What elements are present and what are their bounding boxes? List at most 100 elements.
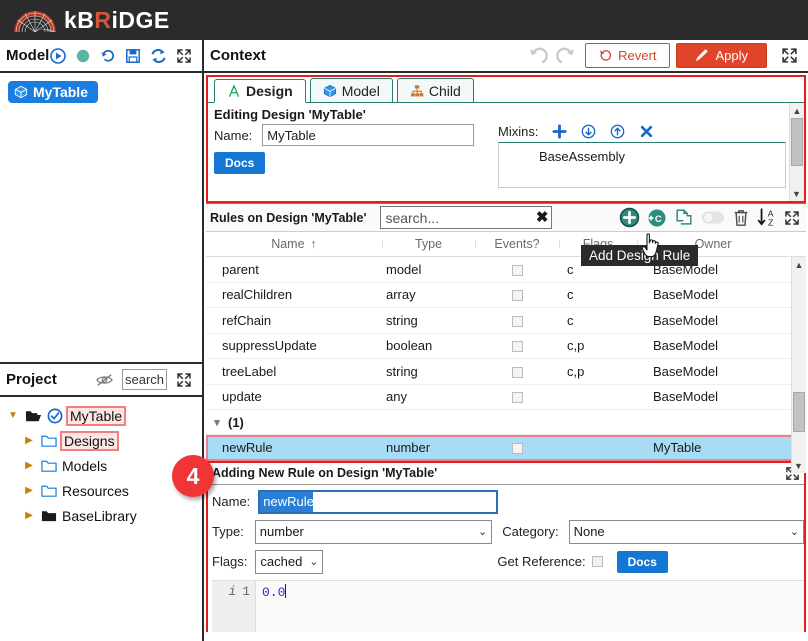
project-search-input[interactable] (122, 369, 167, 390)
table-row[interactable]: update any BaseModel (206, 385, 806, 410)
remove-x-icon[interactable] (639, 124, 654, 139)
column-header-name[interactable]: Name ↑ (206, 237, 382, 251)
status-dot-icon[interactable] (75, 48, 91, 64)
kbridge-arch-logo-icon (12, 7, 58, 33)
table-row[interactable]: suppressUpdate boolean c,p BaseModel (206, 334, 806, 359)
undo-icon[interactable] (527, 46, 549, 66)
rule-events-checkbox[interactable] (475, 287, 559, 302)
table-row[interactable]: newRule number MyTable (206, 435, 806, 461)
design-name-input[interactable] (262, 124, 475, 146)
rule-events-checkbox[interactable] (475, 338, 559, 353)
scrollbar-thumb[interactable] (791, 118, 803, 166)
eye-slash-icon[interactable] (96, 373, 113, 387)
context-title: Context (210, 47, 266, 64)
revert-button[interactable]: Revert (585, 43, 671, 68)
tree-item[interactable]: ▶ BaseLibrary (6, 503, 202, 528)
redo-icon[interactable] (555, 46, 577, 66)
model-panel-header: Model (0, 40, 202, 73)
rule-events-checkbox[interactable] (475, 313, 559, 328)
move-up-icon[interactable] (610, 124, 625, 139)
toggle-switch-icon[interactable] (701, 210, 725, 225)
table-row[interactable]: treeLabel string c,p BaseModel (206, 359, 806, 385)
revert-button-label: Revert (618, 48, 657, 63)
twisty-down-icon[interactable]: ▼ (6, 410, 20, 421)
brand-bar: kBRiDGE (0, 0, 808, 40)
rule-events-checkbox[interactable] (475, 364, 559, 379)
revert-circle-arrow-icon (599, 49, 612, 62)
tab-design[interactable]: Design (214, 79, 306, 103)
scroll-down-arrow-icon[interactable]: ▼ (792, 458, 805, 473)
add-rule-flags-row: Flags: cached ⌄ Get Reference: Docs (212, 549, 804, 574)
add-rule-docs-button[interactable]: Docs (616, 550, 668, 573)
scrollbar-thumb[interactable] (793, 392, 805, 432)
mixins-label: Mixins: (498, 124, 539, 139)
twisty-right-icon[interactable]: ▶ (22, 510, 36, 521)
add-rule-name-row: Name: (212, 489, 804, 514)
clear-x-icon[interactable]: ✖ (536, 208, 549, 226)
table-row[interactable]: realChildren array c BaseModel (206, 283, 806, 308)
twisty-right-icon[interactable]: ▶ (22, 485, 36, 496)
scroll-up-arrow-icon[interactable]: ▲ (790, 103, 804, 118)
expand-icon[interactable] (781, 47, 798, 64)
twisty-right-icon[interactable]: ▶ (22, 460, 36, 471)
table-row[interactable]: refChain string c BaseModel (206, 308, 806, 334)
code-text[interactable]: 0.0 (256, 581, 804, 632)
move-down-icon[interactable] (581, 124, 596, 139)
rules-scrollbar[interactable]: ▲ ▼ (791, 257, 806, 473)
run-icon[interactable] (50, 47, 66, 64)
add-rule-category-select[interactable]: None ⌄ (568, 519, 804, 544)
scroll-up-arrow-icon[interactable]: ▲ (792, 257, 806, 272)
model-node-mytable[interactable]: MyTable (8, 81, 98, 103)
apply-button[interactable]: Apply (676, 43, 767, 68)
rules-group-row[interactable]: ▾ (1) (206, 410, 806, 435)
scroll-down-arrow-icon[interactable]: ▼ (790, 186, 803, 201)
expand-icon[interactable] (176, 372, 192, 388)
expand-icon[interactable] (176, 48, 192, 64)
info-italic-icon[interactable]: i (228, 584, 236, 599)
mixins-item[interactable]: BaseAssembly (539, 149, 625, 164)
svg-text:C: C (655, 214, 662, 225)
tree-item[interactable]: ▶ Designs (6, 428, 202, 453)
twisty-right-icon[interactable]: ▶ (22, 435, 36, 446)
rule-type: model (386, 261, 422, 277)
refresh-icon[interactable] (150, 48, 167, 64)
add-rule-category-label: Category: (502, 524, 559, 539)
rules-search-input[interactable] (380, 206, 553, 229)
save-icon[interactable] (125, 48, 141, 64)
expand-icon[interactable] (784, 210, 800, 226)
rule-events-checkbox[interactable] (475, 440, 559, 455)
tab-model[interactable]: Model (309, 78, 393, 102)
tree-item[interactable]: ▼ MyTable (6, 403, 202, 428)
add-rule-category-value: None (573, 524, 605, 539)
plus-icon[interactable] (552, 124, 567, 139)
get-reference-checkbox[interactable] (591, 556, 603, 567)
delete-icon[interactable] (732, 208, 750, 228)
history-icon[interactable] (100, 48, 116, 64)
rule-owner: BaseModel (653, 363, 719, 379)
add-rule-type-select[interactable]: number ⌄ (254, 519, 493, 544)
sort-az-icon[interactable]: AZ (757, 207, 777, 228)
add-rule-flags-select[interactable]: cached ⌄ (255, 549, 324, 574)
add-rule-name-input[interactable] (258, 489, 499, 514)
tab-child[interactable]: Child (396, 78, 474, 102)
check-circle-icon[interactable] (47, 408, 63, 424)
rules-panel: Rules on Design 'MyTable' ✖ C (206, 203, 806, 473)
rule-events-checkbox[interactable] (475, 262, 559, 277)
rule-code-editor[interactable]: i 1 0.0 (212, 579, 804, 632)
twisty-down-icon[interactable]: ▾ (206, 416, 228, 429)
design-scrollbar[interactable]: ▲ ▼ (789, 103, 804, 201)
chevron-down-icon: ⌄ (477, 526, 488, 538)
add-rule-type-row: Type: number ⌄ Category: None ⌄ (212, 519, 804, 544)
code-gutter: i 1 (212, 580, 256, 632)
mixins-list[interactable]: BaseAssembly (498, 142, 786, 188)
design-docs-button[interactable]: Docs (214, 152, 266, 174)
pencil-icon (695, 49, 709, 62)
column-header-type[interactable]: Type (382, 237, 475, 251)
table-row[interactable]: parent model c BaseModel (206, 257, 806, 283)
rule-events-checkbox[interactable] (475, 389, 559, 404)
duplicate-icon[interactable] (674, 208, 694, 228)
add-computed-rule-icon[interactable]: C (647, 208, 667, 228)
rule-name: parent (222, 261, 259, 277)
column-header-events[interactable]: Events? (475, 237, 559, 251)
add-rule-icon[interactable] (619, 207, 640, 228)
